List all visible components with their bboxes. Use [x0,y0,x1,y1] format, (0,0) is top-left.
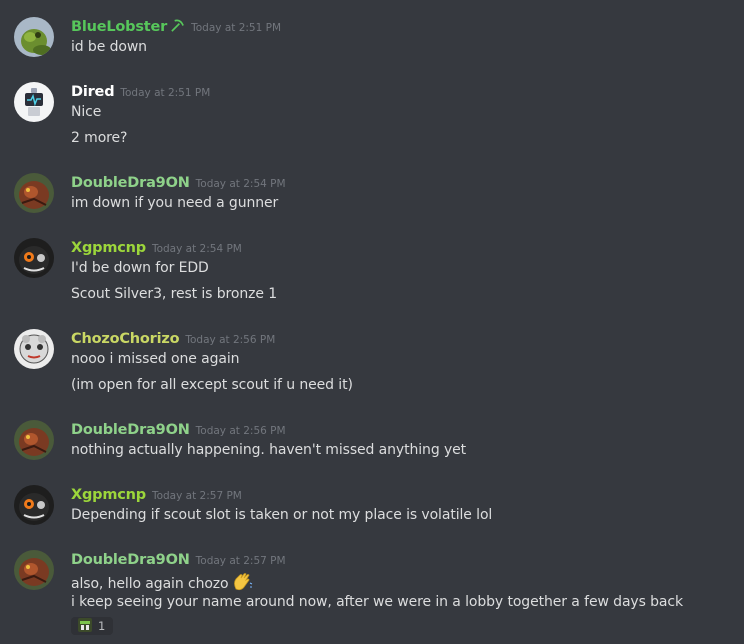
timestamp: Today at 2:57 PM [151,490,242,502]
message-text: 2 more? [71,130,128,146]
message-text-span: also, hello again chozo [71,576,229,592]
author-name[interactable]: Xgpmcnp [71,240,146,256]
message-text: Scout Silver3, rest is bronze 1 [71,286,278,302]
reaction-button[interactable]: 1 [71,617,113,635]
avatar[interactable] [14,238,54,278]
message-text: (im open for all except scout if u need … [71,377,353,393]
timestamp: Today at 2:54 PM [195,178,286,190]
message-text: nothing actually happening. haven't miss… [71,442,467,458]
author-name[interactable]: DoubleDra9ON [71,552,190,568]
timestamp: Today at 2:57 PM [195,555,286,567]
message-text: also, hello again chozo [71,572,253,596]
timestamp: Today at 2:51 PM [120,87,211,99]
author-name[interactable]: ChozoChorizo [71,331,180,347]
chat-message-list: BlueLobster Today at 2:51 PM id be down D… [0,0,744,644]
avatar[interactable] [14,485,54,525]
message-text: Nice [71,104,102,120]
waving-hand-emoji-icon [231,572,253,596]
avatar[interactable] [14,173,54,213]
author-name[interactable]: Dired [71,84,115,100]
custom-emoji-icon [78,617,92,636]
author-name[interactable]: BlueLobster [71,19,167,35]
message-text: im down if you need a gunner [71,195,279,211]
message-text: I'd be down for EDD [71,260,209,276]
author-name[interactable]: DoubleDra9ON [71,175,190,191]
avatar[interactable] [14,17,54,57]
timestamp: Today at 2:56 PM [185,334,276,346]
timestamp: Today at 2:54 PM [151,243,242,255]
avatar[interactable] [14,550,54,590]
avatar[interactable] [14,82,54,122]
message-text: i keep seeing your name around now, afte… [71,594,684,610]
avatar[interactable] [14,329,54,369]
reaction-count: 1 [98,619,106,633]
author-name[interactable]: DoubleDra9ON [71,422,190,438]
author-name[interactable]: Xgpmcnp [71,487,146,503]
pickaxe-icon [170,18,185,37]
timestamp: Today at 2:56 PM [195,425,286,437]
timestamp: Today at 2:51 PM [191,22,282,34]
message-text: id be down [71,39,147,55]
avatar[interactable] [14,420,54,460]
message-text: Depending if scout slot is taken or not … [71,507,493,523]
message-text: nooo i missed one again [71,351,240,367]
